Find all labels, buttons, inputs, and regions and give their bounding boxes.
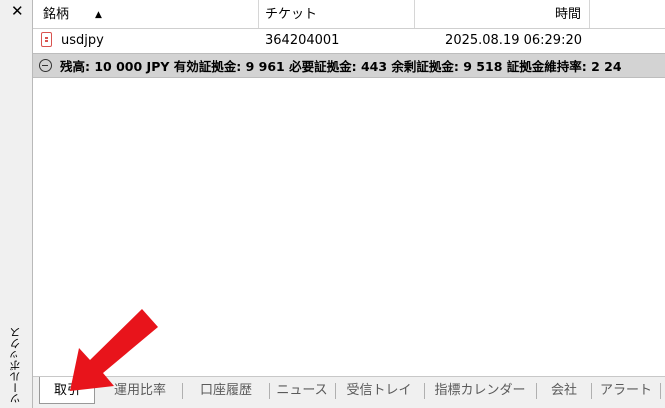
tab-separator (660, 383, 661, 399)
tab-account-history[interactable]: 口座履歴 (185, 379, 267, 403)
column-header-ticket[interactable]: チケット (259, 0, 415, 28)
toolbox-title: ツールボックス (9, 327, 22, 404)
tab-separator (269, 383, 270, 399)
cell-ticket: 364204001 (265, 33, 340, 48)
account-summary-text: 残高: 10 000 JPY 有効証拠金: 9 961 必要証拠金: 443 余… (60, 59, 622, 74)
tab-economic-calendar[interactable]: 指標カレンダー (427, 379, 533, 403)
sort-ascending-icon: ▲ (95, 10, 102, 20)
tab-separator (335, 383, 336, 399)
account-summary-row[interactable]: 残高: 10 000 JPY 有効証拠金: 9 961 必要証拠金: 443 余… (33, 53, 665, 78)
column-header-time[interactable]: 時間 (415, 0, 590, 28)
tab-exposure[interactable]: 運用比率 (101, 379, 179, 403)
tab-separator (424, 383, 425, 399)
column-header-symbol-label: 銘柄 (43, 7, 70, 22)
close-icon[interactable]: ✕ (11, 3, 24, 19)
table-row[interactable]: usdjpy 364204001 2025.08.19 06:29:20 (33, 29, 665, 53)
tab-trade[interactable]: 取引 (39, 377, 95, 404)
cell-time: 2025.08.19 06:29:20 (445, 33, 582, 48)
trade-table: 銘柄 ▲ チケット 時間 usdjpy 364204001 2025.08.19… (33, 0, 665, 376)
document-icon (41, 32, 52, 47)
tab-company[interactable]: 会社 (539, 379, 589, 403)
collapse-minus-icon[interactable] (39, 59, 52, 72)
toolbox-side-panel: ✕ ツールボックス (0, 0, 33, 408)
tab-alerts[interactable]: アラート (593, 379, 659, 403)
tab-bar: 取引 運用比率 口座履歴 ニュース 受信トレイ 指標カレンダー 会社 アラート (33, 376, 665, 408)
tab-separator (591, 383, 592, 399)
column-header-symbol[interactable]: 銘柄 ▲ (33, 0, 259, 28)
table-header: 銘柄 ▲ チケット 時間 (33, 0, 665, 29)
tab-mailbox[interactable]: 受信トレイ (337, 379, 421, 403)
tab-separator (182, 383, 183, 399)
tab-separator (536, 383, 537, 399)
cell-symbol: usdjpy (61, 33, 104, 48)
tab-news[interactable]: ニュース (272, 379, 332, 403)
